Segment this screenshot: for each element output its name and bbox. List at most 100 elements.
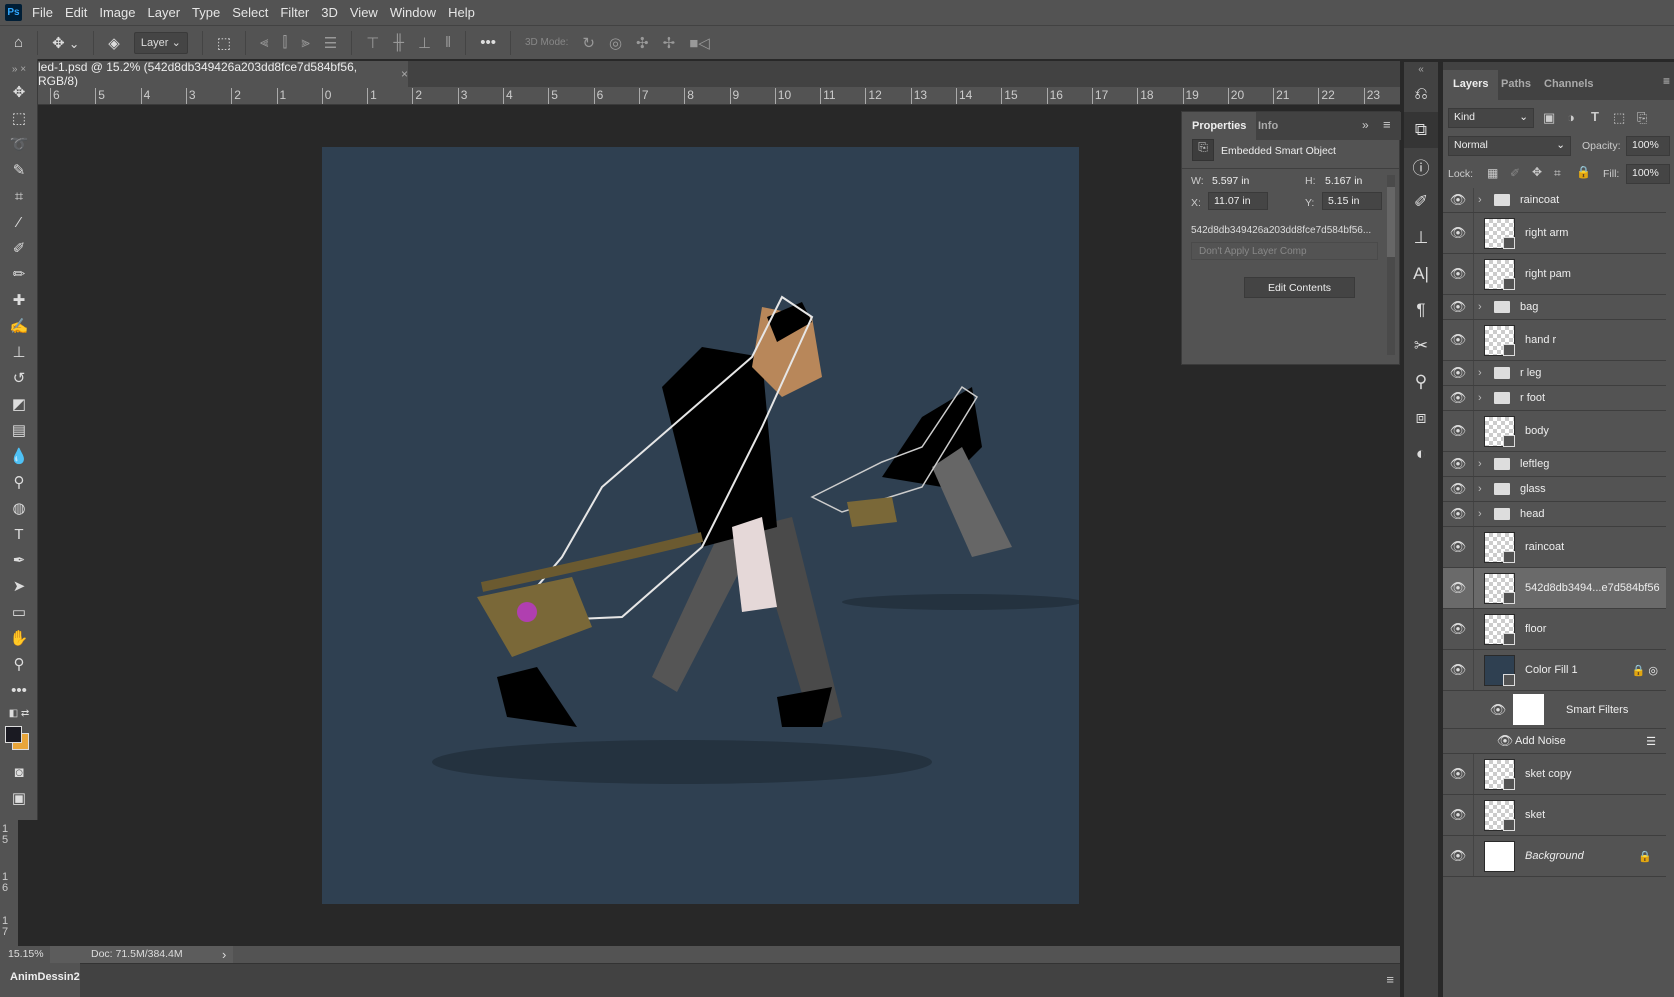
tools-panel-icon[interactable]: ✂ [1404,328,1438,364]
layer-comp-dropdown[interactable]: Don't Apply Layer Comp [1191,242,1378,260]
layer-row[interactable]: 👁 sket copy [1443,754,1666,795]
filter-pixel-icon[interactable]: ▣ [1543,110,1555,126]
animdessin-tab[interactable]: AnimDessin2 [0,963,80,997]
visibility-eye-icon[interactable]: 👁 [1443,506,1473,522]
navigator-icon[interactable]: ⚲ [1404,364,1438,400]
opacity-field[interactable]: 100% [1626,136,1670,156]
gradient-tool-icon[interactable]: ▤ [0,417,38,443]
layer-row[interactable]: 👁 sket [1443,795,1666,836]
more-options-icon[interactable]: ••• [480,34,496,51]
distribute-vertical-icon[interactable]: ‖ [445,34,451,51]
filter-type-icon[interactable]: T [1591,109,1599,124]
layer-row[interactable]: 👁 › raincoat [1443,188,1666,213]
layer-row[interactable]: 👁 Color Fill 1 🔒 ◎ [1443,650,1666,691]
visibility-eye-icon[interactable]: 👁 [1443,481,1473,497]
layer-filter-dropdown[interactable]: Kind ⌄ [1448,108,1534,128]
menu-help[interactable]: Help [448,5,475,20]
tab-channels[interactable]: Channels [1534,70,1604,100]
visibility-eye-icon[interactable]: 👁 [1443,539,1473,555]
3d-slide-icon[interactable]: ✢ [663,34,676,52]
align-bottom-icon[interactable]: ⊥ [418,34,431,52]
history-brush-icon[interactable]: ↺ [0,365,38,391]
fill-field[interactable]: 100% [1626,164,1670,184]
layer-row[interactable]: 👁 542d8db3494...e7d584bf56 [1443,568,1666,609]
clone-source-icon[interactable]: ⊥ [1404,220,1438,256]
visibility-eye-icon[interactable]: 👁 [1495,733,1515,749]
menu-window[interactable]: Window [390,5,436,20]
properties-scrollbar[interactable] [1387,175,1395,355]
lock-artboard-icon[interactable]: ⌗ [1554,166,1561,181]
visibility-eye-icon[interactable]: 👁 [1443,390,1473,406]
lock-pixels-icon[interactable]: ✐ [1510,166,1520,180]
lock-transparency-icon[interactable]: ▦ [1487,166,1498,180]
crop-tool-icon[interactable]: ⌗ [0,183,38,209]
mixer-brush-icon[interactable]: ✍ [0,313,38,339]
tab-info[interactable]: Info [1248,112,1288,140]
layer-row[interactable]: 👁 hand r [1443,320,1666,361]
swap-colors-icon[interactable]: ◧ ⇄ [0,703,38,723]
quick-mask-icon[interactable]: ◙ [0,759,38,785]
menu-image[interactable]: Image [99,5,135,20]
pencil-tool-icon[interactable]: ✏ [0,261,38,287]
eyedropper-tool-icon[interactable]: ⁄ [0,209,38,235]
visibility-eye-icon[interactable]: 👁 [1443,848,1473,864]
lock-position-icon[interactable]: ✥ [1532,165,1542,179]
adjustments-icon[interactable]: ◐ [1404,436,1438,472]
auto-select-dropdown[interactable]: Layer ⌄ [133,31,188,54]
transform-controls-icon[interactable]: ⬚ [217,34,231,52]
menu-edit[interactable]: Edit [65,5,87,20]
align-left-icon[interactable]: ⫷ [260,34,268,51]
menu-type[interactable]: Type [192,5,220,20]
layer-row[interactable]: 👁 Add Noise ☰ [1443,729,1666,754]
layer-row[interactable]: 👁 › head [1443,502,1666,527]
foreground-color-swatch[interactable] [5,726,22,743]
blur-tool-icon[interactable]: 💧 [0,443,38,469]
collapse-panel-icon[interactable]: » [1362,118,1369,132]
document-canvas[interactable] [322,147,1082,904]
3d-pan-icon[interactable]: ✣ [636,34,649,52]
layer-comps-icon[interactable]: ⧈ [1404,400,1438,436]
visibility-eye-icon[interactable]: 👁 [1443,807,1473,823]
filter-blending-options-icon[interactable]: ☰ [1646,735,1656,748]
tab-properties[interactable]: Properties [1182,112,1257,140]
visibility-eye-icon[interactable]: 👁 [1443,580,1473,596]
brush-tool-icon[interactable]: ✐ [0,235,38,261]
3d-roll-icon[interactable]: ◎ [609,34,622,52]
menu-view[interactable]: View [350,5,378,20]
align-right-icon[interactable]: ⫸ [301,34,309,51]
clone-stamp-icon[interactable]: ⊥ [0,339,38,365]
align-center-icon[interactable]: ⫿ [283,34,288,51]
distribute-icon[interactable]: ☰ [324,34,337,52]
dodge-tool-icon[interactable]: ⚲ [0,469,38,495]
visibility-eye-icon[interactable]: 👁 [1483,702,1513,718]
align-top-icon[interactable]: ⊤ [366,34,379,52]
visibility-eye-icon[interactable]: 👁 [1443,766,1473,782]
close-tab-icon[interactable]: × [401,67,408,81]
marquee-tool-icon[interactable]: ⬚ [0,105,38,131]
quick-select-tool-icon[interactable]: ✎ [0,157,38,183]
menu-file[interactable]: File [32,5,53,20]
healing-brush-icon[interactable]: ✚ [0,287,38,313]
layer-row[interactable]: 👁 › leftleg [1443,452,1666,477]
blend-mode-dropdown[interactable]: Normal ⌄ [1448,136,1571,156]
edit-contents-button[interactable]: Edit Contents [1244,277,1355,298]
status-menu-arrow[interactable]: › [222,947,226,962]
expand-chevron-icon[interactable]: › [1478,458,1488,470]
visibility-eye-icon[interactable]: 👁 [1443,423,1473,439]
layer-row[interactable]: 👁 right arm [1443,213,1666,254]
rectangle-tool-icon[interactable]: ▭ [0,599,38,625]
pen-tool-icon[interactable]: ✒ [0,547,38,573]
zoom-level[interactable]: 15.15% [8,948,44,960]
move-tool-icon[interactable]: ✥ [0,79,38,105]
menu-layer[interactable]: Layer [148,5,181,20]
layer-row[interactable]: 👁 floor [1443,609,1666,650]
path-select-tool-icon[interactable]: ➤ [0,573,38,599]
layer-row[interactable]: 👁 right pam [1443,254,1666,295]
visibility-eye-icon[interactable]: 👁 [1443,456,1473,472]
hand-tool-icon[interactable]: ✋ [0,625,38,651]
3d-orbit-icon[interactable]: ↻ [582,34,595,52]
y-position-field[interactable]: 5.15 in [1322,192,1382,210]
history-panel-icon[interactable]: ⎌ [1404,76,1438,112]
menu-select[interactable]: Select [232,5,268,20]
layer-row[interactable]: 👁 › r leg [1443,361,1666,386]
